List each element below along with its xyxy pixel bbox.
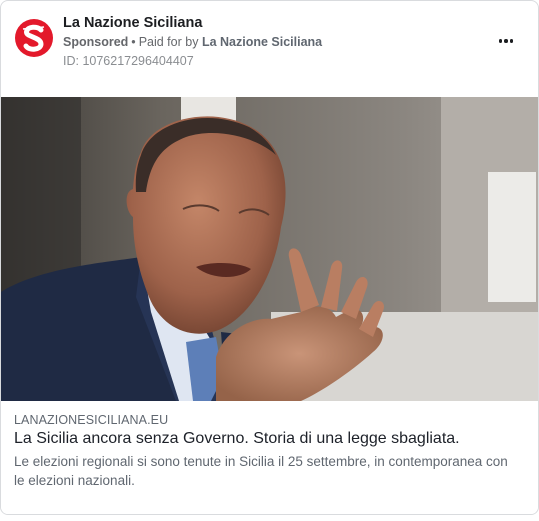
link-preview[interactable]: LANAZIONESICILIANA.EU La Sicilia ancora … bbox=[1, 401, 538, 514]
post-header: La Nazione Siciliana Sponsored • Paid for … bbox=[1, 1, 538, 97]
sponsored-label: Sponsored bbox=[63, 35, 129, 49]
link-headline[interactable]: La Sicilia ancora senza Governo. Storia … bbox=[14, 430, 460, 448]
page-name[interactable]: La Nazione Siciliana bbox=[63, 15, 202, 31]
link-domain: LANAZIONESICILIANA.EU bbox=[14, 413, 169, 427]
ad-card: La Nazione Siciliana Sponsored • Paid for … bbox=[0, 0, 539, 515]
paid-for-prefix: Paid for by bbox=[138, 35, 199, 49]
page-logo-icon[interactable] bbox=[14, 18, 54, 58]
more-options-icon[interactable] bbox=[494, 31, 518, 51]
ad-id: ID: 1076217296404407 bbox=[63, 54, 194, 68]
sponsored-line: Sponsored • Paid for by La Nazione Sicilia… bbox=[63, 35, 322, 49]
separator-dot: • bbox=[131, 35, 136, 49]
link-description: Le elezioni regionali si sono tenute in … bbox=[14, 454, 508, 488]
paid-for-name[interactable]: La Nazione Siciliana bbox=[202, 35, 322, 49]
ad-image[interactable] bbox=[1, 97, 538, 401]
